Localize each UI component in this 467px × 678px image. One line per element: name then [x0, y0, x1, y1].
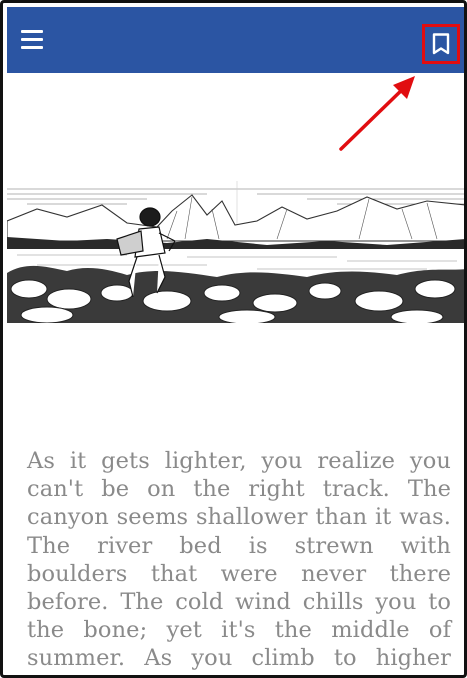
bookmark-button[interactable] — [422, 24, 460, 64]
annotation-arrow-icon — [339, 76, 415, 151]
bookmark-icon — [432, 33, 450, 55]
reader-screen: As it gets lighter, you realize you can'… — [0, 0, 467, 678]
story-text: As it gets lighter, you realize you can'… — [27, 448, 451, 675]
story-illustration — [7, 181, 464, 323]
menu-button[interactable] — [21, 25, 49, 53]
menu-icon-line — [21, 45, 43, 49]
menu-icon-line — [21, 29, 43, 33]
menu-icon-line — [21, 37, 43, 41]
app-bar — [7, 7, 464, 73]
